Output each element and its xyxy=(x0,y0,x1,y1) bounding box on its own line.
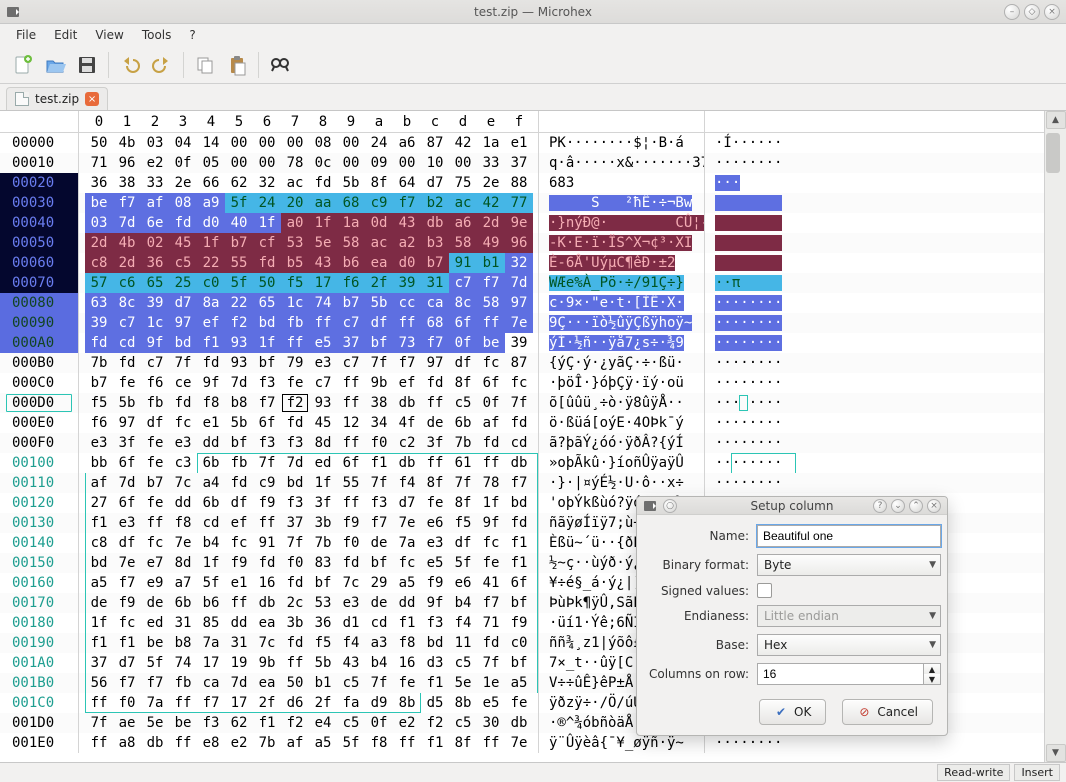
window-title: test.zip — Microhex xyxy=(474,5,592,19)
endian-combo: Little endian▼ xyxy=(757,605,941,627)
menu-file[interactable]: File xyxy=(8,26,44,44)
cancel-icon: ⊘ xyxy=(857,705,871,719)
scroll-thumb[interactable] xyxy=(1046,133,1060,173)
hex-column-header: 0123456789abcdef xyxy=(0,111,1044,133)
scroll-down-button[interactable]: ▼ xyxy=(1046,744,1066,762)
file-icon xyxy=(15,92,29,106)
setup-column-dialog: ○ Setup column ? ⌄ ⌃ × Name: Binary form… xyxy=(636,496,948,736)
close-button[interactable]: × xyxy=(1044,4,1060,20)
status-bar: Read-write Insert xyxy=(0,762,1066,782)
undo-button[interactable] xyxy=(115,50,145,80)
format-combo[interactable]: Byte▼ xyxy=(757,554,941,576)
tab-test-zip[interactable]: test.zip × xyxy=(6,87,108,110)
save-button[interactable] xyxy=(72,50,102,80)
dialog-pin-button[interactable]: ○ xyxy=(663,499,677,513)
base-combo[interactable]: Hex▼ xyxy=(757,634,941,656)
signed-checkbox[interactable] xyxy=(757,583,772,598)
dialog-max-button[interactable]: ⌃ xyxy=(909,499,923,513)
chevron-down-icon: ▼ xyxy=(929,560,936,570)
menu-view[interactable]: View xyxy=(87,26,131,44)
new-file-button[interactable] xyxy=(8,50,38,80)
columns-spinbox[interactable]: ▲▼ xyxy=(757,663,941,685)
menu-edit[interactable]: Edit xyxy=(46,26,85,44)
check-icon: ✔ xyxy=(774,705,788,719)
dialog-title: Setup column xyxy=(751,499,834,513)
chevron-down-icon: ▼ xyxy=(929,611,936,621)
chevron-down-icon: ▼ xyxy=(929,640,936,650)
title-bar: test.zip — Microhex – ◇ × xyxy=(0,0,1066,24)
menu-tools[interactable]: Tools xyxy=(134,26,180,44)
open-file-button[interactable] xyxy=(40,50,70,80)
menu-bar: File Edit View Tools ? xyxy=(0,24,1066,46)
format-label: Binary format: xyxy=(649,558,749,572)
redo-button[interactable] xyxy=(147,50,177,80)
dialog-min-button[interactable]: ⌄ xyxy=(891,499,905,513)
dialog-help-button[interactable]: ? xyxy=(873,499,887,513)
base-label: Base: xyxy=(649,638,749,652)
endian-label: Endianess: xyxy=(649,609,749,623)
copy-button[interactable] xyxy=(190,50,220,80)
name-label: Name: xyxy=(649,529,749,543)
cancel-button[interactable]: ⊘Cancel xyxy=(842,699,933,725)
spin-down-button[interactable]: ▼ xyxy=(924,674,940,684)
tab-label: test.zip xyxy=(35,92,79,106)
spin-up-button[interactable]: ▲ xyxy=(924,664,940,674)
scroll-up-button[interactable]: ▲ xyxy=(1046,111,1066,129)
toolbar xyxy=(0,46,1066,84)
dialog-close-button[interactable]: × xyxy=(927,499,941,513)
tab-close-button[interactable]: × xyxy=(85,92,99,106)
name-input[interactable] xyxy=(757,525,941,547)
vertical-scrollbar[interactable]: ▲ ▼ xyxy=(1044,111,1066,762)
find-button[interactable] xyxy=(265,50,295,80)
dialog-icon xyxy=(643,499,657,513)
tab-bar: test.zip × xyxy=(0,84,1066,110)
menu-help[interactable]: ? xyxy=(181,26,203,44)
maximize-button[interactable]: ◇ xyxy=(1024,4,1040,20)
status-insert: Insert xyxy=(1014,764,1060,781)
columns-input[interactable] xyxy=(757,663,923,685)
app-icon xyxy=(6,5,20,19)
cols-label: Columns on row: xyxy=(649,667,749,681)
status-mode: Read-write xyxy=(937,764,1010,781)
signed-label: Signed values: xyxy=(649,584,749,598)
ok-button[interactable]: ✔OK xyxy=(759,699,826,725)
minimize-button[interactable]: – xyxy=(1004,4,1020,20)
paste-button[interactable] xyxy=(222,50,252,80)
